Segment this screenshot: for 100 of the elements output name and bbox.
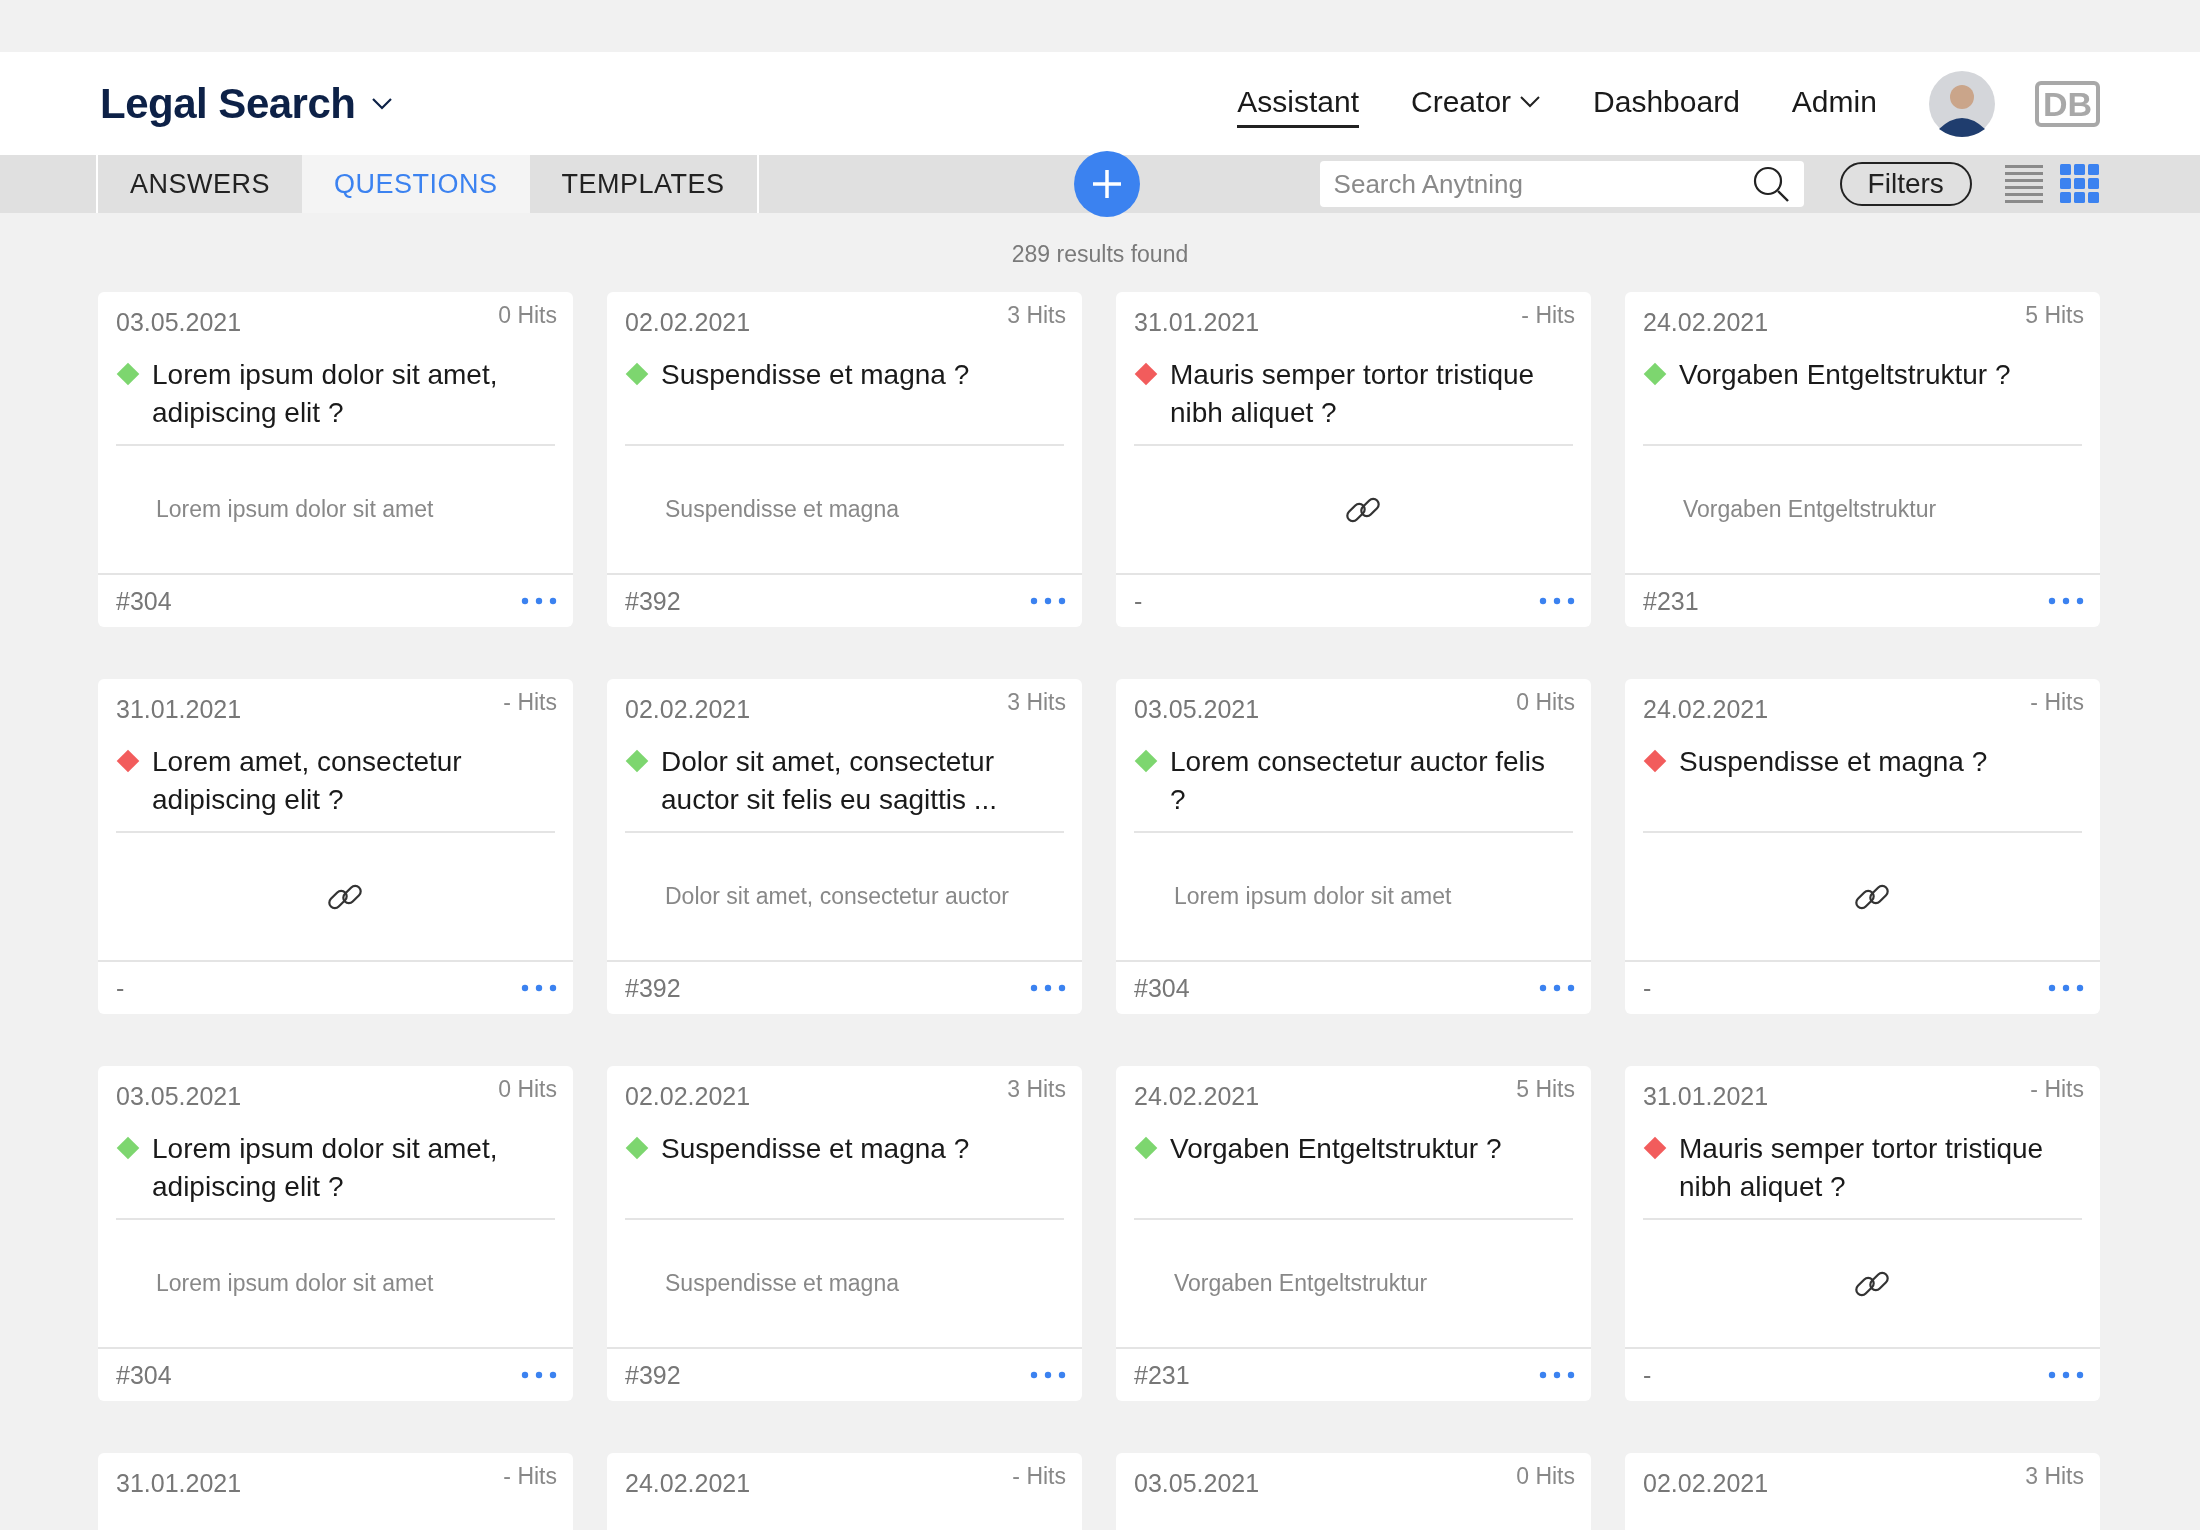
nav-link[interactable]: Creator <box>1411 79 1542 128</box>
more-icon[interactable] <box>2048 984 2084 992</box>
avatar-icon[interactable] <box>1928 70 1995 137</box>
answer-snippet: Suspendisse et magna <box>665 1269 900 1298</box>
question-text: Vorgaben Entgeltstruktur ? <box>1170 1132 1502 1166</box>
hits-count: 5 Hits <box>1516 1076 1575 1104</box>
answer-snippet: Lorem ipsum dolor sit amet <box>156 1269 435 1298</box>
hits-count: 0 Hits <box>1516 689 1575 717</box>
question-card[interactable]: 02.02.2021 3 Hits <box>1625 1453 2100 1530</box>
answer-snippet: Vorgaben Entgeltstruktur <box>1683 495 1938 524</box>
card-id: - <box>1643 1360 1652 1390</box>
card-id: #304 <box>116 1360 172 1390</box>
question-card[interactable]: 03.05.2021 0 Hits <box>1116 1453 1591 1530</box>
question-card[interactable]: 31.01.2021 - Hits Mauris semper tortor tristique nibh aliquet ? - <box>1116 292 1591 627</box>
chevron-down-icon[interactable] <box>1519 95 1542 109</box>
tab[interactable]: TEMPLATES <box>529 155 757 213</box>
more-icon[interactable] <box>1539 984 1575 992</box>
more-icon[interactable] <box>521 984 557 992</box>
add-button[interactable] <box>1073 151 1140 217</box>
card-date: 02.02.2021 <box>625 694 751 725</box>
list-view-icon[interactable] <box>2003 164 2044 204</box>
card-id: #304 <box>116 586 172 616</box>
tab[interactable]: ANSWERS <box>98 155 303 213</box>
app-title: Legal Search <box>100 79 356 128</box>
question-card[interactable]: 02.02.2021 3 Hits Suspendisse et magna ? Suspendisse et magna #392 <box>607 292 1082 627</box>
answer-snippet: Lorem ipsum dolor sit amet <box>156 495 435 524</box>
logo: DB <box>2034 80 2100 127</box>
question-text: Suspendisse et magna ? <box>1679 745 1988 779</box>
more-icon[interactable] <box>521 1371 557 1379</box>
nav-link[interactable]: Dashboard <box>1593 79 1740 128</box>
hits-count: 3 Hits <box>2025 1463 2084 1491</box>
question-text: Vorgaben Entgeltstruktur ? <box>1679 358 2011 392</box>
grid-view-icon[interactable] <box>2059 164 2100 204</box>
more-icon[interactable] <box>1539 597 1575 605</box>
question-text: Lorem ipsum dolor sit amet, adipiscing elit ? <box>152 1132 499 1204</box>
card-date: 24.02.2021 <box>1643 694 1769 725</box>
more-icon[interactable] <box>1030 597 1066 605</box>
more-icon[interactable] <box>1539 1371 1575 1379</box>
hits-count: 3 Hits <box>1007 302 1066 330</box>
question-text: Lorem amet, consectetur adipiscing elit ? <box>152 745 463 817</box>
card-date: 31.01.2021 <box>116 694 242 725</box>
question-text: Lorem ipsum dolor sit amet, adipiscing elit ? <box>152 358 499 430</box>
results-count: 289 results found <box>1010 241 1190 268</box>
hits-count: 3 Hits <box>1007 689 1066 717</box>
question-text: Suspendisse et magna ? <box>661 1132 970 1166</box>
nav-link[interactable]: Admin <box>1791 79 1877 128</box>
more-icon[interactable] <box>2048 1371 2084 1379</box>
nav-link[interactable]: Assistant <box>1237 79 1360 128</box>
question-text: Dolor sit amet, consectetur auctor sit felis eu sagittis ... <box>661 745 999 817</box>
card-date: 03.05.2021 <box>1134 694 1260 725</box>
card-date: 31.01.2021 <box>116 1468 242 1499</box>
question-card[interactable]: 03.05.2021 0 Hits Lorem ipsum dolor sit amet, adipiscing elit ? Lorem ipsum dolor sit amet #304 <box>98 1066 573 1401</box>
hits-count: - Hits <box>2030 689 2084 717</box>
chevron-down-icon[interactable] <box>371 96 394 111</box>
card-date: 24.02.2021 <box>1643 307 1769 338</box>
card-id: #231 <box>1134 1360 1190 1390</box>
question-card[interactable]: 24.02.2021 5 Hits Vorgaben Entgeltstruktur ? Vorgaben Entgeltstruktur #231 <box>1116 1066 1591 1401</box>
hits-count: - Hits <box>1521 302 1575 330</box>
card-date: 24.02.2021 <box>625 1468 751 1499</box>
card-date: 31.01.2021 <box>1134 307 1260 338</box>
hits-count: 5 Hits <box>2025 302 2084 330</box>
question-text: Mauris semper tortor tristique nibh aliquet ? <box>1679 1132 2045 1204</box>
card-date: 03.05.2021 <box>1134 1468 1260 1499</box>
card-date: 03.05.2021 <box>116 307 242 338</box>
question-card[interactable]: 24.02.2021 - Hits Suspendisse et magna ? - <box>1625 679 2100 1014</box>
question-card[interactable]: 31.01.2021 - Hits Lorem amet, consectetur adipiscing elit ? - <box>98 679 573 1014</box>
hits-count: - Hits <box>2030 1076 2084 1104</box>
question-card[interactable]: 02.02.2021 3 Hits Suspendisse et magna ? Suspendisse et magna #392 <box>607 1066 1082 1401</box>
card-id: #392 <box>625 1360 681 1390</box>
card-id: #304 <box>1134 973 1190 1003</box>
hits-count: - Hits <box>1012 1463 1066 1491</box>
more-icon[interactable] <box>1030 984 1066 992</box>
question-card[interactable]: 31.01.2021 - Hits <box>98 1453 573 1530</box>
question-card[interactable]: 03.05.2021 0 Hits Lorem consectetur auctor felis ? Lorem ipsum dolor sit amet #304 <box>1116 679 1591 1014</box>
more-icon[interactable] <box>521 597 557 605</box>
answer-snippet: Lorem ipsum dolor sit amet <box>1174 882 1453 911</box>
question-card[interactable]: 02.02.2021 3 Hits Dolor sit amet, consectetur auctor sit felis eu sagittis ... Dolor sit amet, consectetur auctor #392 <box>607 679 1082 1014</box>
question-text: Mauris semper tortor tristique nibh aliquet ? <box>1170 358 1536 430</box>
question-card[interactable]: 24.02.2021 - Hits <box>607 1453 1082 1530</box>
hits-count: 0 Hits <box>1516 1463 1575 1491</box>
filters-button[interactable]: Filters <box>1839 162 1972 206</box>
question-card[interactable]: 24.02.2021 5 Hits Vorgaben Entgeltstruktur ? Vorgaben Entgeltstruktur #231 <box>1625 292 2100 627</box>
card-date: 02.02.2021 <box>625 307 751 338</box>
more-icon[interactable] <box>2048 597 2084 605</box>
question-card[interactable]: 03.05.2021 0 Hits Lorem ipsum dolor sit amet, adipiscing elit ? Lorem ipsum dolor sit amet #304 <box>98 292 573 627</box>
more-icon[interactable] <box>1030 1371 1066 1379</box>
question-card[interactable]: 31.01.2021 - Hits Mauris semper tortor tristique nibh aliquet ? - <box>1625 1066 2100 1401</box>
answer-snippet: Vorgaben Entgeltstruktur <box>1174 1269 1429 1298</box>
card-id: - <box>116 973 125 1003</box>
card-date: 03.05.2021 <box>116 1081 242 1112</box>
card-id: #392 <box>625 586 681 616</box>
question-text: Suspendisse et magna ? <box>661 358 970 392</box>
hits-count: 3 Hits <box>1007 1076 1066 1104</box>
search-field[interactable]: Search Anytning <box>1319 161 1804 207</box>
card-date: 02.02.2021 <box>1643 1468 1769 1499</box>
search-icon[interactable] <box>1751 165 1790 203</box>
card-date: 31.01.2021 <box>1643 1081 1769 1112</box>
hits-count: 0 Hits <box>498 1076 557 1104</box>
hits-count: - Hits <box>503 1463 557 1491</box>
card-id: - <box>1643 973 1652 1003</box>
